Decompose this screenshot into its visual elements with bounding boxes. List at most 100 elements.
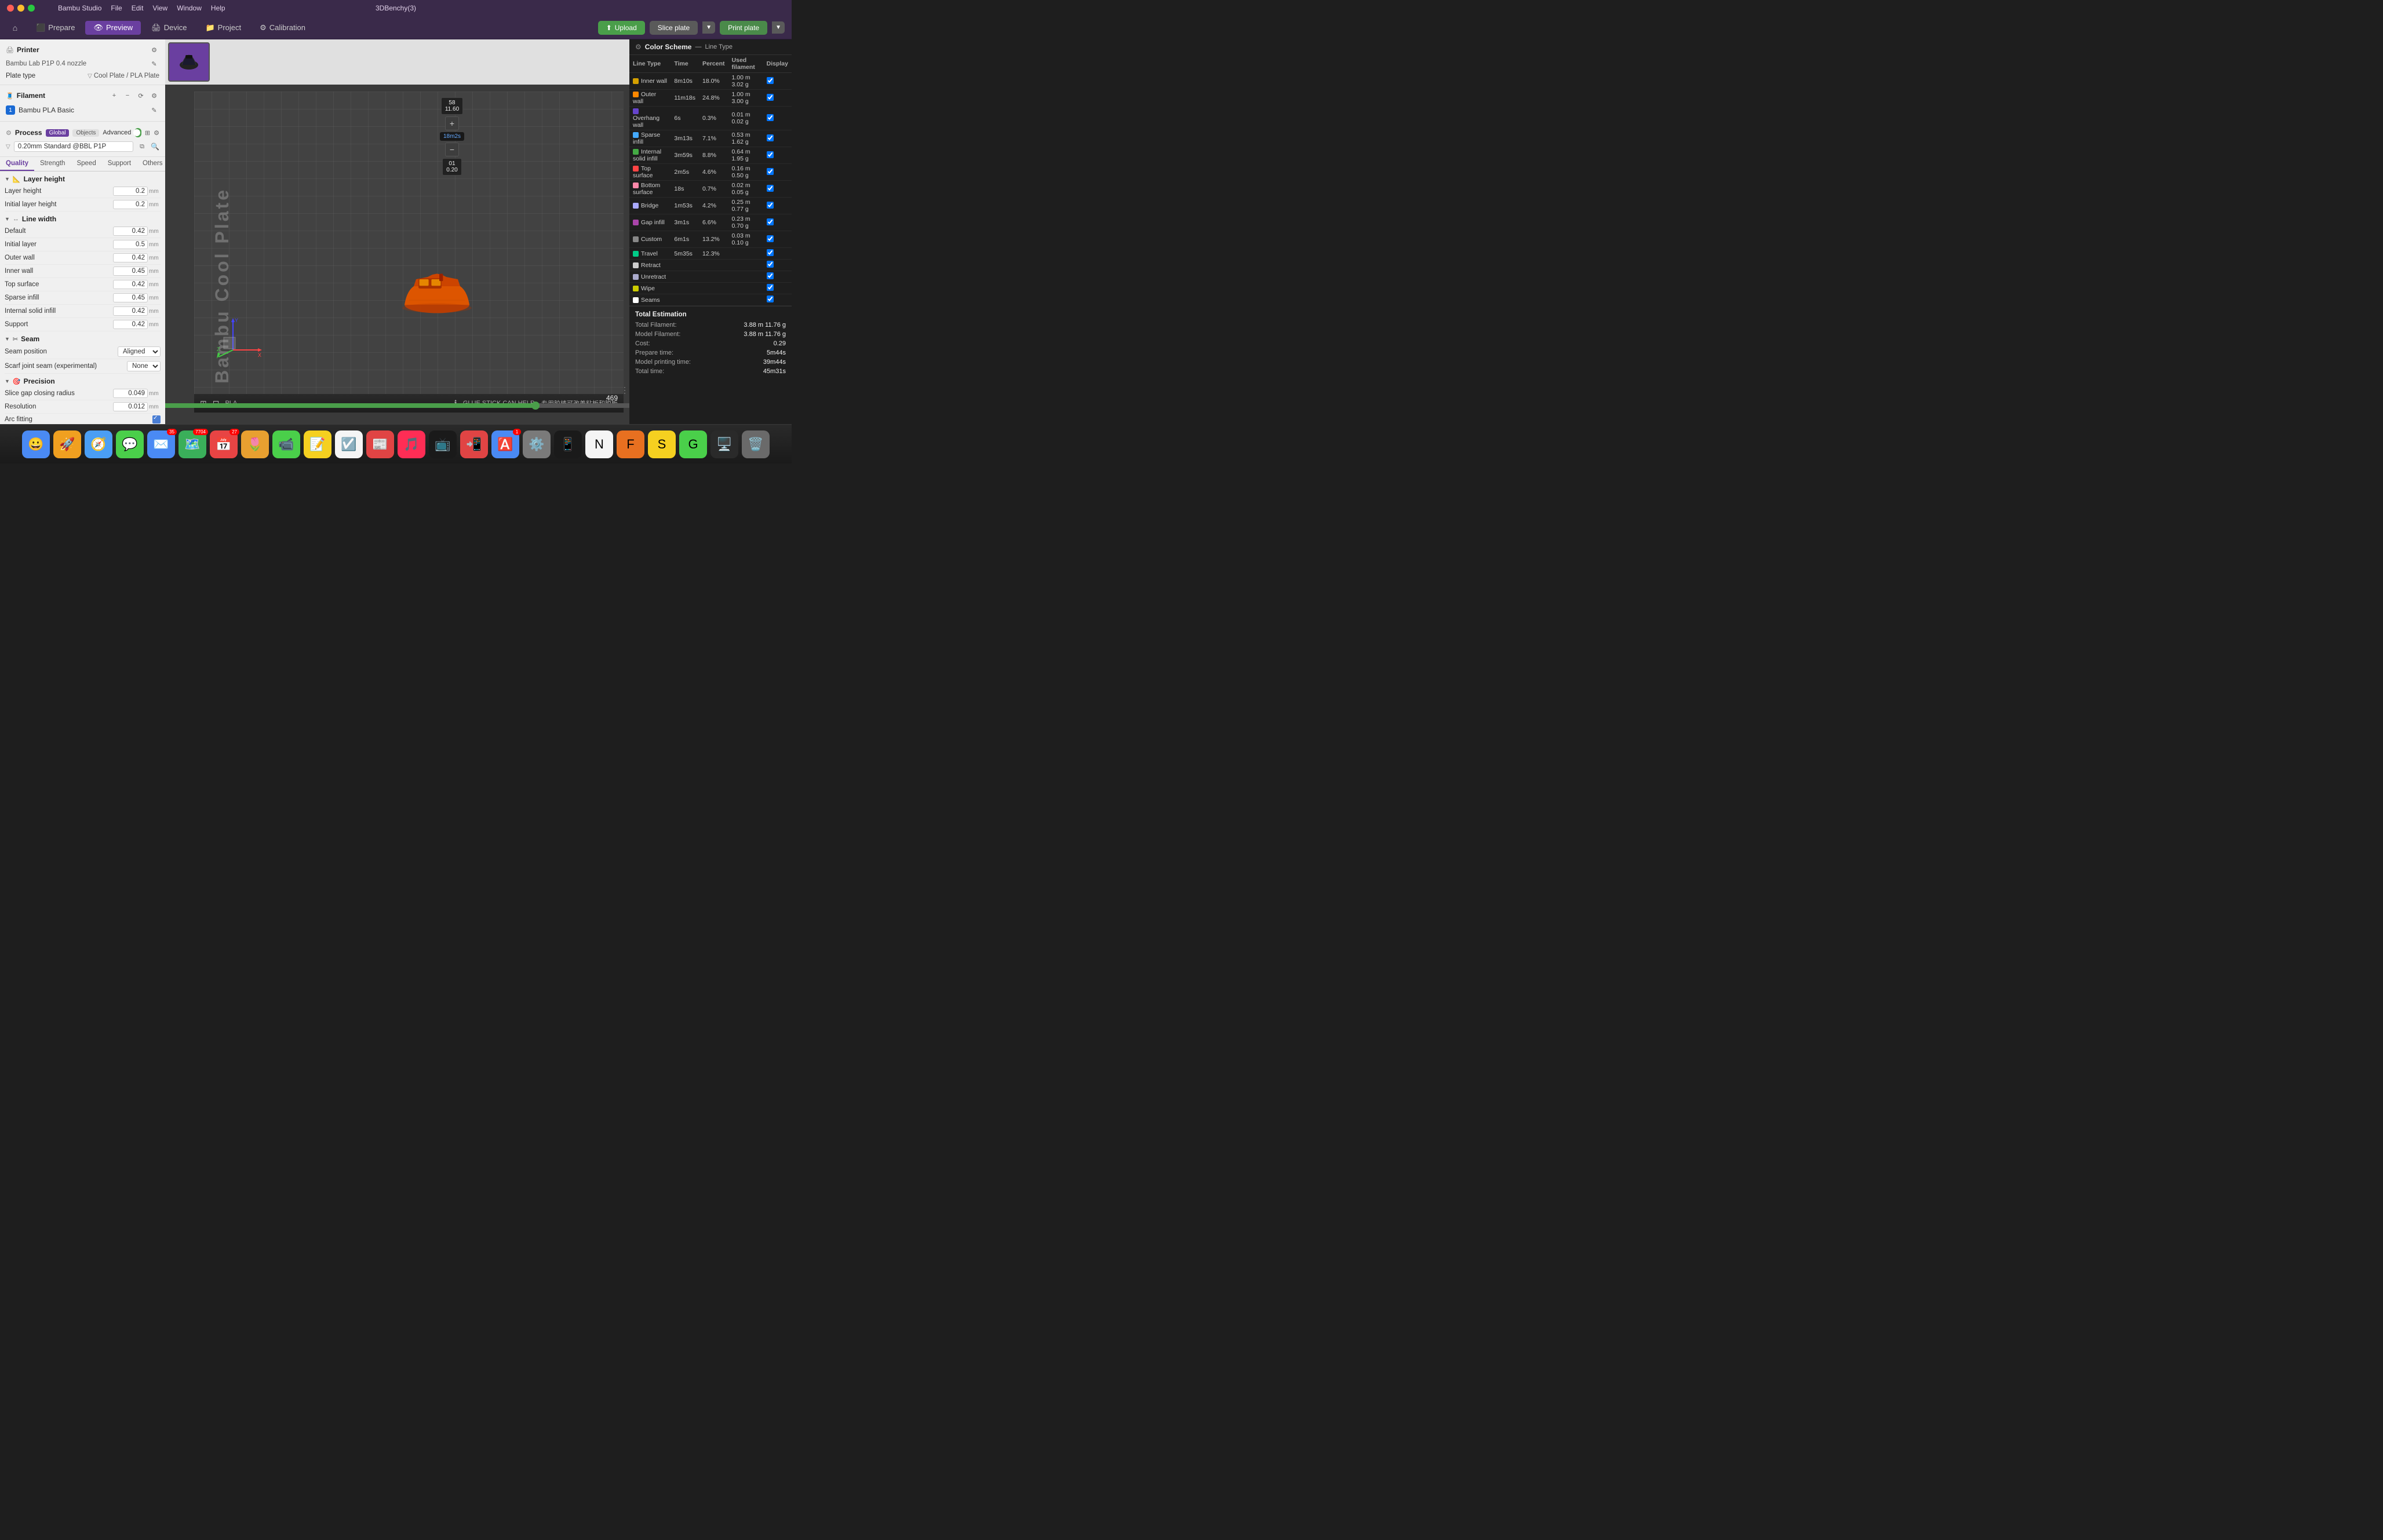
process-settings-icon[interactable]: ⚙ [154,127,159,138]
dock-item-1[interactable]: 🚀 [53,430,81,458]
process-title: Process [15,129,42,137]
preset-copy-icon[interactable]: ⧉ [137,141,147,152]
tab-prepare[interactable]: ⬛ Prepare [28,21,83,35]
print-dropdown-button[interactable]: ▼ [772,21,785,34]
dock-item-23[interactable]: 🗑️ [742,430,770,458]
menu-help[interactable]: Help [211,4,225,12]
tab-others[interactable]: Others [137,157,165,171]
resolution-input[interactable] [113,402,148,411]
dock-item-3[interactable]: 💬 [116,430,144,458]
seam-position-select[interactable]: Aligned Nearest Random [118,346,161,357]
initial-layer-height-input[interactable] [113,200,148,209]
line-width-group[interactable]: ▼ ↔ Line width [5,211,161,225]
lw-support-label: Support [5,321,113,328]
close-button[interactable] [7,5,14,12]
preset-search-icon[interactable]: 🔍 [151,143,159,151]
dock-item-2[interactable]: 🧭 [85,430,112,458]
traffic-lights [7,5,35,12]
scroll-button[interactable]: ⋮ [621,385,629,395]
zoom-minus-button[interactable]: − [445,143,459,156]
filament-remove-icon[interactable]: − [122,90,133,101]
precision-group[interactable]: ▼ 🎯 Precision [5,374,161,387]
dock-item-10[interactable]: ☑️ [335,430,363,458]
dock-item-12[interactable]: 🎵 [398,430,425,458]
dock-item-13[interactable]: 📺 [429,430,457,458]
zoom-plus-button[interactable]: + [445,116,459,130]
tab-calibration[interactable]: ⚙ Calibration [252,21,314,35]
lw-outer-input[interactable] [113,253,148,262]
home-button[interactable]: ⌂ [7,20,23,36]
layer-height-group[interactable]: ▼ 📐 Layer height [5,171,161,185]
tab-device[interactable]: 🖨 Device [143,21,195,35]
dock-item-22[interactable]: 🖥️ [710,430,738,458]
menu-file[interactable]: File [111,4,122,12]
filament-settings-icon[interactable]: ⚙ [149,90,159,101]
3d-model[interactable] [391,270,483,316]
menu-view[interactable]: View [152,4,167,12]
dock-item-7[interactable]: 🌷 [241,430,269,458]
tab-preview[interactable]: 👁 Preview [85,21,141,35]
print-plate-button[interactable]: Print plate [720,21,767,35]
plate-type-value[interactable]: ▽ Cool Plate / PLA Plate [88,72,159,79]
slice-plate-button[interactable]: Slice plate [650,21,698,35]
dock-item-19[interactable]: F [617,430,644,458]
table-row: Retract [629,260,792,271]
dock-item-20[interactable]: S [648,430,676,458]
printer-settings-icon[interactable]: ⚙ [149,45,159,55]
app-name-menu[interactable]: Bambu Studio [58,4,101,12]
lw-outer-label: Outer wall [5,254,113,261]
arc-fitting-checkbox[interactable] [152,415,161,424]
slice-gap-input[interactable] [113,389,148,398]
dock-item-15[interactable]: 🅰️1 [491,430,519,458]
scarf-joint-select[interactable]: None [127,361,161,371]
filament-sync-icon[interactable]: ⟳ [136,90,146,101]
plate-area[interactable]: Bambu Cool Plate [194,92,624,413]
tab-support[interactable]: Support [102,157,137,171]
lw-internal-input[interactable] [113,306,148,316]
tab-quality[interactable]: Quality [0,157,34,171]
dock-item-8[interactable]: 📹 [272,430,300,458]
maximize-button[interactable] [28,5,35,12]
lw-default-input[interactable] [113,227,148,236]
lw-top-input[interactable] [113,280,148,289]
lw-internal-row: Internal solid infill mm [5,305,161,318]
seam-group[interactable]: ▼ ✂ Seam [5,331,161,345]
filament-add-icon[interactable]: + [109,90,119,101]
preset-name[interactable]: 0.20mm Standard @BBL P1P [14,141,133,152]
menu-edit[interactable]: Edit [132,4,144,12]
dock-item-11[interactable]: 📰 [366,430,394,458]
dock-item-16[interactable]: ⚙️ [523,430,551,458]
tag-objects[interactable]: Objects [72,129,99,137]
progress-bar[interactable] [165,403,537,408]
dock-item-17[interactable]: 📱 [554,430,582,458]
slice-dropdown-button[interactable]: ▼ [702,21,715,34]
dock-item-18[interactable]: N [585,430,613,458]
dock-item-9[interactable]: 📝 [304,430,331,458]
advanced-toggle[interactable] [134,128,141,137]
tag-global[interactable]: Global [46,129,70,137]
tab-strength[interactable]: Strength [34,157,71,171]
svg-text:Y: Y [235,318,238,323]
printer-edit-icon[interactable]: ✎ [149,59,159,69]
lw-support-input[interactable] [113,320,148,329]
col-time: Time [671,55,699,73]
dock-item-0[interactable]: 😀 [22,430,50,458]
lw-initial-input[interactable] [113,240,148,249]
lw-inner-input[interactable] [113,267,148,276]
tab-project[interactable]: 📁 Project [197,21,249,35]
menu-window[interactable]: Window [177,4,202,12]
main-layout: 🖨 Printer ⚙ Bambu Lab P1P 0.4 nozzle ✎ P… [0,39,792,424]
lw-sparse-input[interactable] [113,293,148,302]
process-compare-icon[interactable]: ⊞ [145,127,150,138]
minimize-button[interactable] [17,5,24,12]
thumbnail-1[interactable] [168,42,210,82]
filament-edit-icon[interactable]: ✎ [149,105,159,115]
dock-item-14[interactable]: 📲 [460,430,488,458]
dock-item-6[interactable]: 📅27 [210,430,238,458]
upload-button[interactable]: ⬆ Upload [598,21,645,35]
layer-height-input[interactable] [113,187,148,196]
tab-speed[interactable]: Speed [71,157,101,171]
dock-item-4[interactable]: ✉️35 [147,430,175,458]
dock-item-5[interactable]: 🗺️7704 [178,430,206,458]
dock-item-21[interactable]: G [679,430,707,458]
